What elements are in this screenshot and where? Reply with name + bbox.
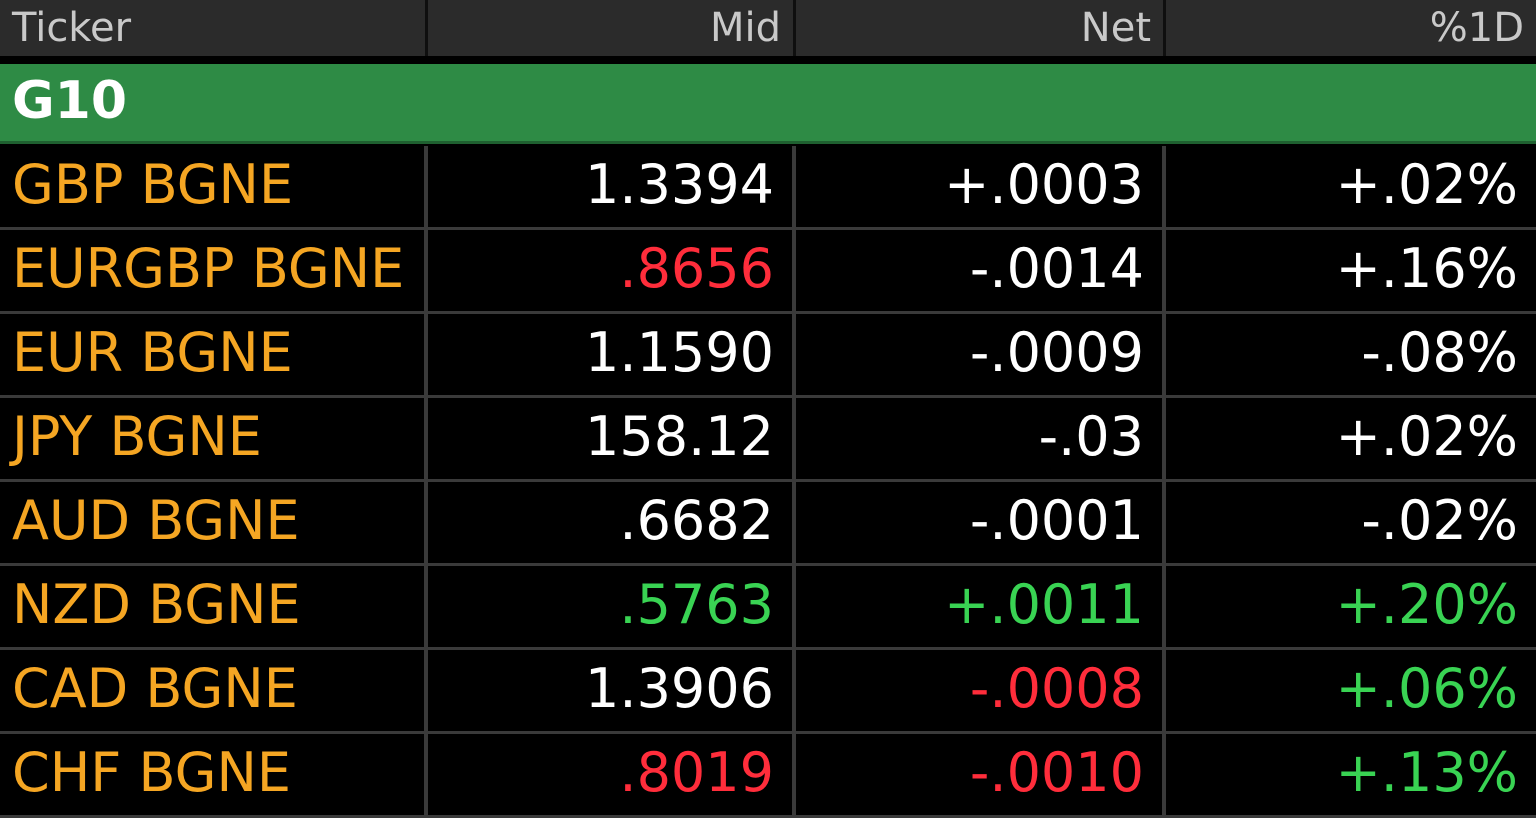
ticker-cell: EURGBP BGNE (0, 230, 428, 311)
pct-1d-cell: -.02% (1361, 489, 1518, 552)
column-header-ticker[interactable]: Ticker (0, 0, 428, 56)
ticker-cell: CHF BGNE (0, 734, 428, 815)
column-header-mid[interactable]: Mid (428, 0, 796, 56)
mid-cell: 1.3394 (428, 146, 796, 227)
table-row[interactable]: NZD BGNE .5763 +.0011 +.20% (0, 566, 1536, 650)
column-header-row: Ticker Mid Net %1D (0, 0, 1536, 60)
pct-1d-cell: +.20% (1335, 573, 1518, 636)
net-cell: +.0011 (796, 566, 1166, 647)
ticker-cell: GBP BGNE (0, 146, 428, 227)
pct-1d-cell: +.02% (1335, 405, 1518, 468)
ticker-cell: NZD BGNE (0, 566, 428, 647)
pct-1d-cell: -.08% (1361, 321, 1518, 384)
table-row[interactable]: AUD BGNE .6682 -.0001 -.02% (0, 482, 1536, 566)
pct-1d-cell: +.16% (1335, 237, 1518, 300)
mid-cell: .8656 (428, 230, 796, 311)
group-label: G10 (12, 71, 128, 131)
ticker-cell: AUD BGNE (0, 482, 428, 563)
net-cell: -.0008 (796, 650, 1166, 731)
mid-cell: 1.1590 (428, 314, 796, 395)
table-row[interactable]: CAD BGNE 1.3906 -.0008 +.06% (0, 650, 1536, 734)
column-header-pct-1d[interactable]: %1D (1166, 0, 1536, 56)
net-cell: -.03 (796, 398, 1166, 479)
column-header-net[interactable]: Net (796, 0, 1166, 56)
net-cell: -.0010 (796, 734, 1166, 815)
net-cell: +.0003 (796, 146, 1166, 227)
pct-1d-cell: +.13% (1335, 741, 1518, 804)
pct-1d-cell: +.06% (1335, 657, 1518, 720)
ticker-cell: CAD BGNE (0, 650, 428, 731)
pct-1d-cell: +.02% (1335, 153, 1518, 216)
net-cell: -.0014 (796, 230, 1166, 311)
mid-cell: .6682 (428, 482, 796, 563)
net-cell: -.0009 (796, 314, 1166, 395)
table-row[interactable]: EURGBP BGNE .8656 -.0014 +.16% (0, 230, 1536, 314)
group-header-g10[interactable]: G10 (0, 64, 1536, 144)
mid-cell: 158.12 (428, 398, 796, 479)
mid-cell: .5763 (428, 566, 796, 647)
mid-cell: 1.3906 (428, 650, 796, 731)
ticker-cell: EUR BGNE (0, 314, 428, 395)
table-row[interactable]: EUR BGNE 1.1590 -.0009 -.08% (0, 314, 1536, 398)
ticker-cell: JPY BGNE (0, 398, 428, 479)
table-row[interactable]: JPY BGNE 158.12 -.03 +.02% (0, 398, 1536, 482)
quote-rows: GBP BGNE 1.3394 +.0003 +.02% EURGBP BGNE .865… (0, 146, 1536, 818)
net-cell: -.0001 (796, 482, 1166, 563)
quote-monitor: Ticker Mid Net %1D G10 GBP BGNE 1.3394 +.0… (0, 0, 1536, 818)
table-row[interactable]: GBP BGNE 1.3394 +.0003 +.02% (0, 146, 1536, 230)
table-row[interactable]: CHF BGNE .8019 -.0010 +.13% (0, 734, 1536, 818)
mid-cell: .8019 (428, 734, 796, 815)
